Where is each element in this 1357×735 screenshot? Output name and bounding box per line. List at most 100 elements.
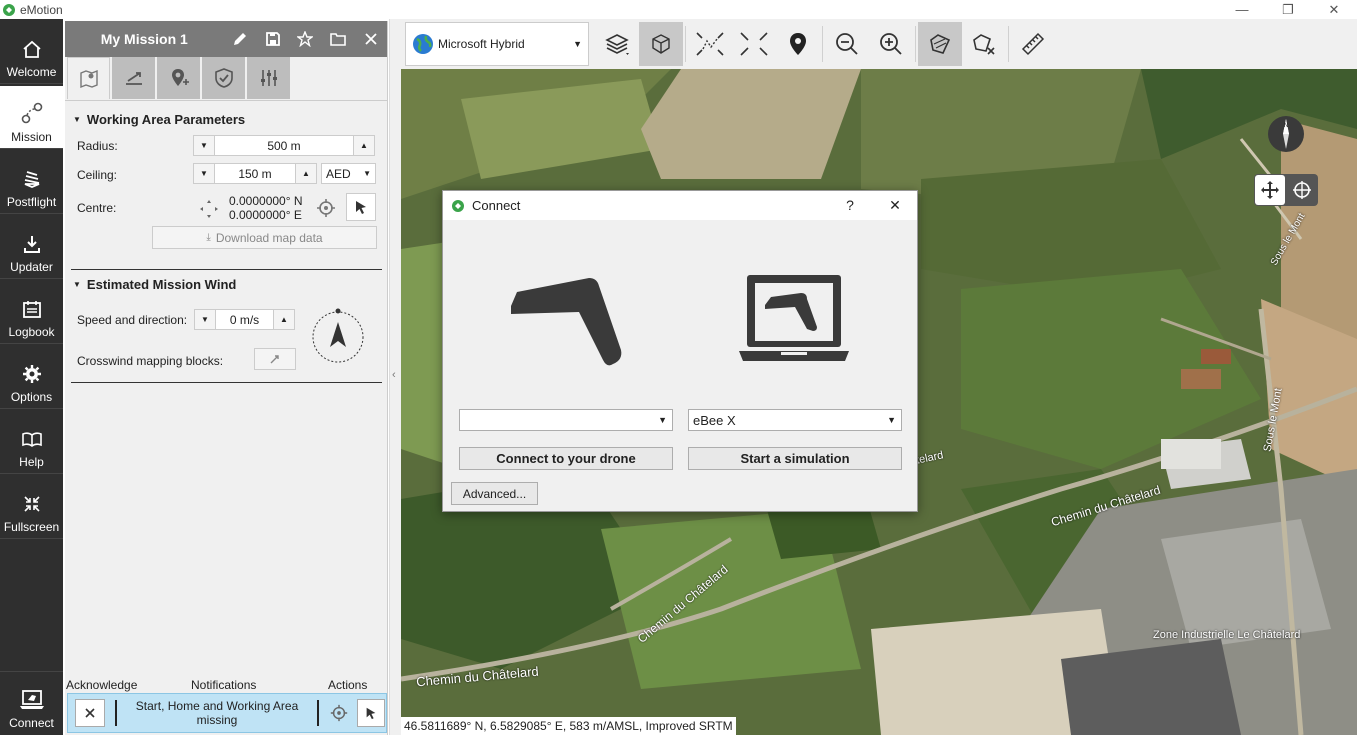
area-clear-button[interactable] (962, 22, 1006, 66)
layers-button[interactable] (595, 22, 639, 66)
save-button[interactable] (256, 21, 289, 57)
nav-help[interactable]: Help (0, 411, 63, 474)
pan-mode-button[interactable] (1255, 175, 1285, 205)
open-folder-button[interactable] (322, 21, 355, 57)
download-small-icon: ⤓ (206, 232, 211, 243)
move-icon (1261, 181, 1279, 199)
move-centre-icon[interactable] (198, 198, 220, 220)
nav-welcome[interactable]: Welcome (0, 21, 63, 84)
ceiling-increment[interactable]: ▲ (296, 164, 316, 183)
ceiling-value[interactable]: 150 m (214, 164, 296, 183)
mission-icon (21, 102, 42, 124)
wind-header[interactable]: ▼ Estimated Mission Wind (73, 277, 236, 292)
radius-spinner[interactable]: ▼ 500 m ▲ (193, 135, 375, 156)
map-mode-switch[interactable] (1254, 174, 1318, 206)
edit-button[interactable] (224, 21, 257, 57)
working-area-header[interactable]: ▼ Working Area Parameters (73, 112, 245, 127)
start-simulation-button[interactable]: Start a simulation (688, 447, 902, 470)
toolbar-separator (1008, 26, 1009, 62)
wind-decrement[interactable]: ▼ (195, 310, 215, 329)
radius-decrement[interactable]: ▼ (194, 136, 214, 155)
laptop-simulation-icon (739, 275, 849, 361)
wind-speed-value[interactable]: 0 m/s (215, 310, 274, 329)
mission-panel: My Mission 1 ▼ Working Area Parameters Ra… (65, 21, 388, 735)
wind-speed-spinner[interactable]: ▼ 0 m/s ▲ (194, 309, 295, 330)
nav-label: Fullscreen (3, 520, 60, 534)
fullscreen-icon (23, 496, 40, 512)
restore-button[interactable]: ❐ (1265, 0, 1311, 19)
section-label: Estimated Mission Wind (86, 277, 237, 292)
simulation-drone-select[interactable]: eBee X ▼ (688, 409, 902, 431)
dialog-help-button[interactable]: ? (839, 194, 861, 216)
dialog-title: Connect (472, 198, 521, 213)
ceiling-reference-select[interactable]: AED ▼ (321, 163, 376, 184)
rotate-mode-button[interactable] (1287, 175, 1317, 205)
ceiling-decrement[interactable]: ▼ (194, 164, 214, 183)
centre-longitude: 0.0000000° E (229, 208, 302, 222)
fit-mission-button[interactable] (688, 22, 732, 66)
nav-fullscreen[interactable]: Fullscreen (0, 476, 63, 539)
acknowledge-button[interactable] (75, 699, 105, 727)
pick-centre-button[interactable] (346, 193, 376, 221)
nav-logbook[interactable]: Logbook (0, 281, 63, 344)
title-bar: eMotion — ❐ ✕ (0, 0, 1357, 19)
drone-select[interactable]: ▼ (459, 409, 673, 431)
drone-icon (511, 278, 622, 366)
ruler-icon (1021, 32, 1045, 56)
minimize-button[interactable]: — (1219, 0, 1265, 19)
favorite-button[interactable] (289, 21, 322, 57)
map-type-value: Microsoft Hybrid (438, 37, 525, 51)
zoom-in-button[interactable] (869, 22, 913, 66)
tab-takeoff[interactable] (112, 57, 155, 99)
close-icon (365, 33, 377, 45)
close-mission-button[interactable] (354, 21, 387, 57)
nav-options[interactable]: Options (0, 346, 63, 409)
street-label: Zone Industrielle Le Châtelard (1153, 629, 1301, 641)
map-toolbar: Microsoft Hybrid ▼ (401, 19, 1357, 69)
tab-safety[interactable] (202, 57, 245, 99)
calendar-icon (22, 301, 41, 318)
notification-message: Start, Home and Working Area missing (135, 699, 299, 727)
crosswind-icon (270, 355, 279, 364)
nav-mission[interactable]: Mission (0, 86, 63, 149)
ceiling-spinner[interactable]: ▼ 150 m ▲ (193, 163, 317, 184)
tab-waypoint[interactable] (157, 57, 200, 99)
left-nav: Welcome Mission Postflight Updater Logbo… (0, 19, 63, 735)
map-type-select[interactable]: Microsoft Hybrid ▼ (405, 22, 589, 66)
pick-action-button[interactable] (357, 699, 385, 727)
tab-map[interactable] (67, 57, 110, 99)
nav-connect[interactable]: Connect (0, 671, 63, 734)
polygon-icon (930, 34, 951, 54)
map-marker-icon (790, 33, 806, 55)
measure-button[interactable] (1011, 22, 1055, 66)
advanced-button[interactable]: Advanced... (451, 482, 538, 505)
nav-postflight[interactable]: Postflight (0, 151, 63, 214)
locate-icon[interactable] (329, 703, 349, 723)
wind-direction-dial[interactable] (310, 307, 366, 363)
area-draw-button[interactable] (918, 22, 962, 66)
map-pin-icon (79, 69, 98, 88)
wind-increment[interactable]: ▲ (274, 310, 294, 329)
radius-value[interactable]: 500 m (214, 136, 354, 155)
nav-label: Updater (10, 260, 53, 274)
locate-icon[interactable] (315, 197, 337, 219)
folder-icon (330, 33, 346, 46)
download-icon (23, 236, 40, 253)
radius-increment[interactable]: ▲ (354, 136, 374, 155)
tab-settings[interactable] (247, 57, 290, 99)
toolbar-separator (685, 26, 686, 62)
save-icon (265, 32, 280, 46)
zoom-out-button[interactable] (825, 22, 869, 66)
3d-view-button[interactable] (639, 22, 683, 66)
close-window-button[interactable]: ✕ (1311, 0, 1357, 19)
panel-splitter[interactable]: ‹ (389, 19, 401, 735)
center-marker-button[interactable] (776, 22, 820, 66)
fit-area-button[interactable] (732, 22, 776, 66)
download-map-button[interactable]: ⤓ Download map data (152, 226, 377, 249)
nav-updater[interactable]: Updater (0, 216, 63, 279)
connect-drone-button[interactable]: Connect to your drone (459, 447, 673, 470)
compass-icon[interactable]: N (1267, 115, 1305, 153)
dialog-close-button[interactable]: ✕ (884, 194, 906, 216)
crosswind-button[interactable] (254, 348, 296, 370)
close-icon (85, 708, 95, 718)
